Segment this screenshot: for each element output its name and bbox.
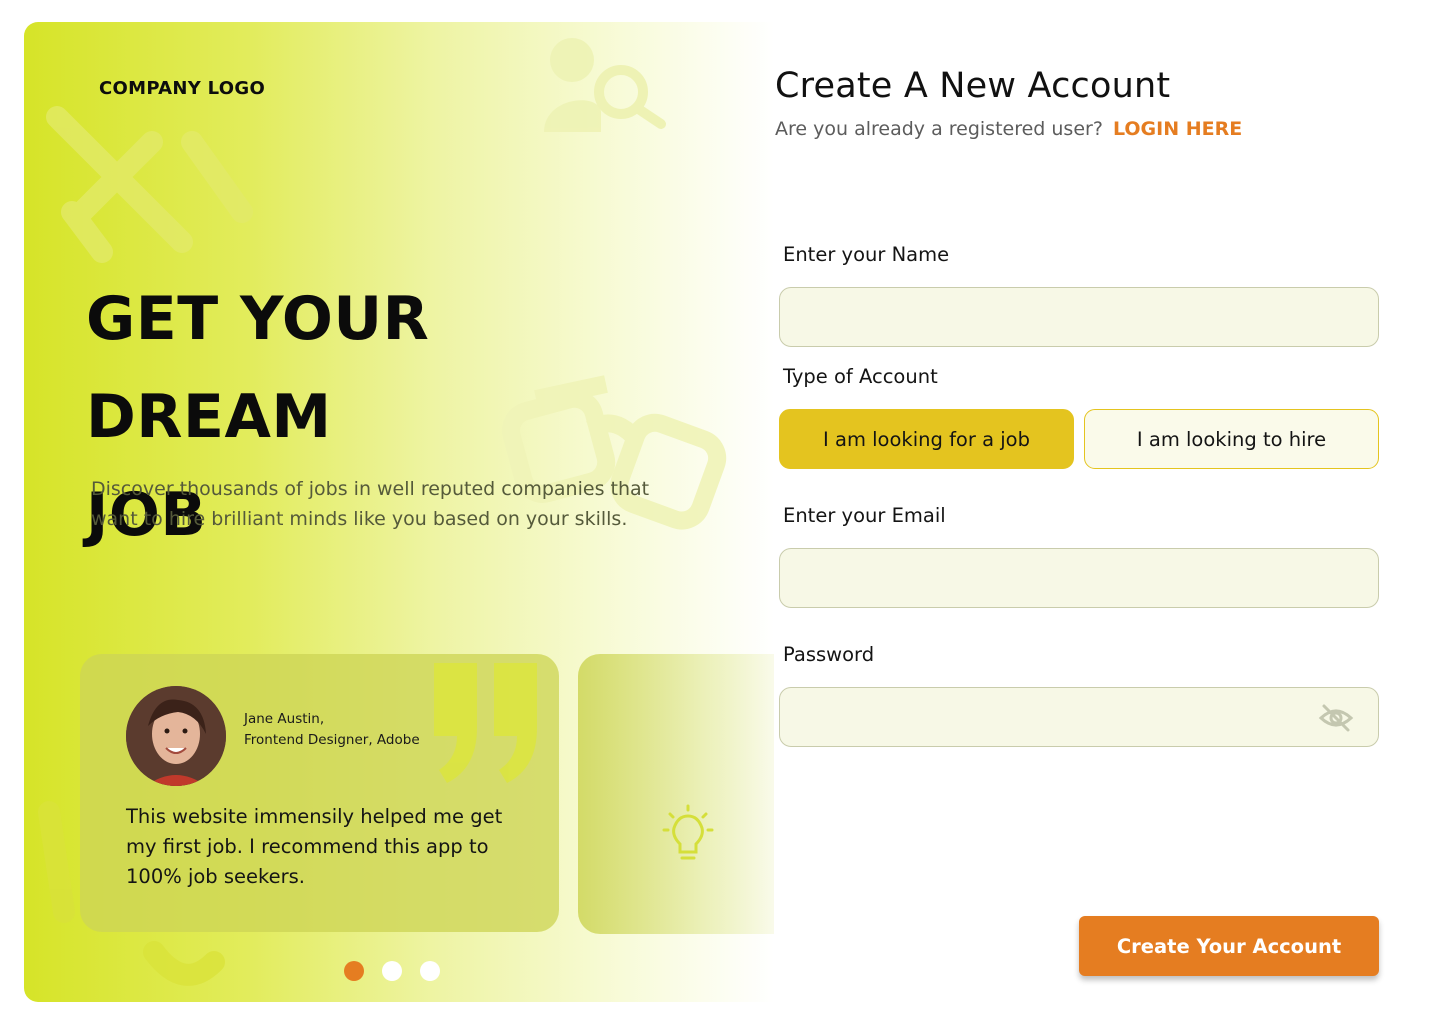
carousel-dots <box>344 961 440 981</box>
avatar-portrait <box>126 686 226 786</box>
account-type-label: Type of Account <box>783 365 938 388</box>
testimonial-card-next[interactable] <box>578 654 774 934</box>
email-label: Enter your Email <box>783 504 946 527</box>
headline-line-1: GET YOUR DREAM <box>86 284 430 452</box>
avatar <box>126 686 226 786</box>
signup-form: Create A New Account Are you already a r… <box>775 0 1415 1024</box>
hero-description: Discover thousands of jobs in well reput… <box>91 478 650 530</box>
subtitle-text: Are you already a registered user? <box>775 118 1103 140</box>
form-title: Create A New Account <box>775 66 1171 106</box>
hero-panel: COMPANY LOGO GET YOUR DREAM JOB Discover… <box>24 22 774 1002</box>
name-label: Enter your Name <box>783 243 950 266</box>
company-logo: COMPANY LOGO <box>99 78 266 99</box>
lightbulb-icon <box>662 804 714 860</box>
create-account-button[interactable]: Create Your Account <box>1079 916 1379 976</box>
password-label: Password <box>783 643 875 666</box>
password-input[interactable] <box>779 687 1379 747</box>
carousel-dot-3[interactable] <box>420 961 440 981</box>
name-input[interactable] <box>779 287 1379 347</box>
testimonial-author: Jane Austin, Frontend Designer, Adobe <box>244 709 420 751</box>
carousel-dot-1[interactable] <box>344 961 364 981</box>
testimonial-quote: This website immensily helped me get my … <box>126 805 503 888</box>
quote-icon <box>434 663 537 783</box>
author-role: Frontend Designer, Adobe <box>244 732 420 748</box>
form-subtitle: Are you already a registered user? LOGIN… <box>775 118 1242 140</box>
user-search-icon <box>544 38 666 132</box>
carousel-dot-2[interactable] <box>382 961 402 981</box>
author-name: Jane Austin, <box>244 711 325 727</box>
account-option-job-seeker[interactable]: I am looking for a job <box>779 409 1074 469</box>
eye-slash-icon[interactable] <box>1318 703 1354 733</box>
email-input[interactable] <box>779 548 1379 608</box>
testimonial-card: Jane Austin, Frontend Designer, Adobe Th… <box>80 654 559 932</box>
login-link[interactable]: LOGIN HERE <box>1113 118 1242 140</box>
account-option-hirer[interactable]: I am looking to hire <box>1084 409 1379 469</box>
